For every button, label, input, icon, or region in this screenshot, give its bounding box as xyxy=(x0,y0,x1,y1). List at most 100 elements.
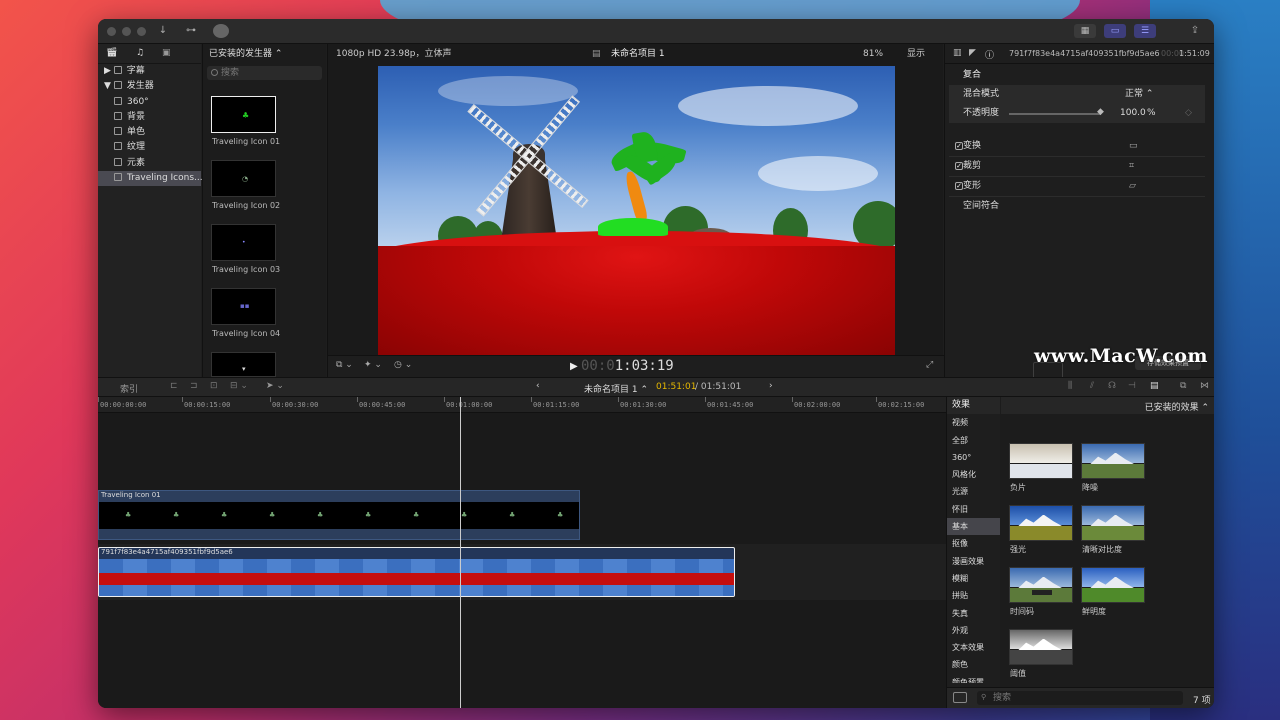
share-icon[interactable]: ⇪ xyxy=(1188,23,1202,39)
headphones-icon[interactable]: ☊ xyxy=(1108,381,1116,391)
overwrite-edit-icon[interactable]: ⊟ ⌄ xyxy=(230,381,248,391)
effects-category[interactable]: 拼贴 xyxy=(947,587,1000,604)
audio-skimming-icon[interactable]: ⫼ xyxy=(1068,381,1072,391)
transform-tool-icon[interactable]: ⧉ ⌄ xyxy=(336,360,353,370)
crop-row[interactable]: ✓ 裁剪 ⌗ xyxy=(949,157,1205,176)
video-clip[interactable]: 791f7f83e4a4715af409351fbf9d5ae6 xyxy=(98,547,735,597)
effects-category[interactable]: 外观 xyxy=(947,622,1000,639)
effect-thumbnail[interactable] xyxy=(1009,443,1073,479)
film-icon[interactable]: ▥ xyxy=(953,48,962,58)
clip-appearance-icon[interactable]: ▤ xyxy=(1150,381,1159,391)
disclosure-icon[interactable]: ▼ xyxy=(104,81,111,91)
crop-onscreen-icon[interactable]: ⌗ xyxy=(1129,157,1134,176)
filter-icon[interactable]: ◤ xyxy=(969,48,976,58)
effects-category[interactable]: 光源 xyxy=(947,483,1000,500)
effect-thumbnail[interactable] xyxy=(1081,505,1145,541)
effects-category[interactable]: 抠像 xyxy=(947,535,1000,552)
effect-thumbnail[interactable] xyxy=(1009,629,1073,665)
select-tool-icon[interactable]: ➤ ⌄ xyxy=(266,381,284,391)
effects-category[interactable]: 颜色预置 xyxy=(947,674,1000,683)
connect-edit-icon[interactable]: ⊏ xyxy=(170,381,178,391)
solo-icon[interactable]: ⫽ xyxy=(1090,381,1094,391)
opacity-slider[interactable] xyxy=(1009,113,1101,115)
sidebar-toggle-icon[interactable] xyxy=(953,692,967,703)
index-button[interactable]: 索引 xyxy=(120,382,138,395)
effects-category[interactable]: 颜色 xyxy=(947,656,1000,673)
effects-search-input[interactable]: 搜索 xyxy=(977,691,1183,705)
import-icon[interactable]: ↓ xyxy=(156,23,170,39)
sidebar-item-generators[interactable]: ▼ 发生器 xyxy=(98,79,201,94)
info-icon[interactable]: ⓘ xyxy=(985,48,994,61)
sidebar-item-backgrounds[interactable]: 背景 xyxy=(98,110,201,125)
effects-category-selected[interactable]: 基本 xyxy=(947,518,1000,536)
effects-category[interactable]: 漫画效果 xyxy=(947,553,1000,570)
forward-arrow-icon[interactable]: › xyxy=(769,381,773,391)
timeline-project-title[interactable]: 未命名项目 1 ⌃ xyxy=(584,382,648,395)
timeline[interactable]: 00:00:00:00 00:00:15:00 00:00:30:00 00:0… xyxy=(98,397,946,708)
generator-thumbnail[interactable]: ▪▪ xyxy=(211,288,276,325)
opacity-slider-thumb[interactable]: ◆ xyxy=(1097,103,1104,122)
insert-edit-icon[interactable]: ⊐ xyxy=(190,381,198,391)
clapper-icon[interactable]: 🎬︎ xyxy=(106,48,117,58)
effects-category[interactable]: 全部 xyxy=(947,432,1000,449)
back-arrow-icon[interactable]: ‹ xyxy=(536,381,540,391)
opacity-value[interactable]: 100.0 xyxy=(1120,104,1146,123)
transform-row[interactable]: ✓ 变换 ▭ xyxy=(949,137,1205,156)
fullscreen-icon[interactable]: ⤢ xyxy=(926,360,933,370)
distort-checkbox[interactable]: ✓ xyxy=(955,182,963,190)
effect-thumbnail[interactable] xyxy=(1081,443,1145,479)
effects-browser-toggle-icon[interactable]: ⧉ xyxy=(1180,381,1186,391)
display-menu[interactable]: 显示 xyxy=(907,44,925,64)
snapping-icon[interactable]: ⊣ xyxy=(1128,381,1136,391)
generator-thumbnail[interactable]: • xyxy=(211,224,276,261)
effect-thumbnail[interactable] xyxy=(1009,505,1073,541)
close-window-button[interactable] xyxy=(107,27,116,36)
effects-category[interactable]: 模糊 xyxy=(947,570,1000,587)
append-edit-icon[interactable]: ⊡ xyxy=(210,381,218,391)
sidebar-item-captions[interactable]: ▶ 字幕 xyxy=(98,64,201,79)
sidebar-item-solids[interactable]: 单色 xyxy=(98,125,201,140)
compositing-section[interactable]: 复合 xyxy=(949,66,1205,85)
effects-category[interactable]: 怀旧 xyxy=(947,501,1000,518)
timeline-toggle-icon[interactable]: ▭ xyxy=(1104,24,1126,38)
transform-onscreen-icon[interactable]: ▭ xyxy=(1129,137,1138,156)
installed-effects-menu[interactable]: 已安装的效果 ⌃ xyxy=(1145,400,1209,413)
video-frame[interactable] xyxy=(378,66,895,355)
keywords-icon[interactable]: ⊶ xyxy=(182,23,200,39)
generator-thumbnail[interactable]: ▾ xyxy=(211,352,276,377)
title-clip[interactable]: Traveling Icon 01 ♣ ♣ ♣ ♣ ♣ ♣ ♣ ♣ ♣ ♣ xyxy=(98,490,580,540)
transitions-browser-toggle-icon[interactable]: ⋈ xyxy=(1200,381,1209,391)
blend-mode-select[interactable]: 正常 ⌃ xyxy=(1125,85,1153,104)
minimize-window-button[interactable] xyxy=(122,27,131,36)
generators-search-input[interactable]: 搜索 xyxy=(207,66,322,80)
speed-icon[interactable]: ◷ ⌄ xyxy=(394,360,412,370)
sidebar-item-elements[interactable]: 元素 xyxy=(98,156,201,171)
generators-header[interactable]: 已安装的发生器 ⌃ xyxy=(203,44,326,64)
effects-category[interactable]: 失真 xyxy=(947,605,1000,622)
effect-thumbnail[interactable] xyxy=(1009,567,1073,603)
generator-thumbnail[interactable]: ◔ xyxy=(211,160,276,197)
spatial-conform-row[interactable]: 空间符合 xyxy=(949,197,1205,216)
playhead[interactable] xyxy=(460,397,461,708)
distort-onscreen-icon[interactable]: ▱ xyxy=(1129,177,1136,196)
zoom-menu[interactable]: 81% xyxy=(863,44,883,64)
background-tasks-icon[interactable] xyxy=(213,24,229,38)
disclosure-icon[interactable]: ▶ xyxy=(104,66,111,76)
effects-category[interactable]: 视频 xyxy=(947,414,1000,431)
sidebar-item-traveling-icons[interactable]: Traveling Icons... xyxy=(98,171,203,187)
music-icon[interactable]: ♫ xyxy=(136,48,144,58)
effects-category[interactable]: 风格化 xyxy=(947,466,1000,483)
distort-row[interactable]: ✓ 变形 ▱ xyxy=(949,177,1205,196)
effects-category[interactable]: 360° xyxy=(947,449,1000,466)
sidebar-item-textures[interactable]: 纹理 xyxy=(98,140,201,155)
sidebar-item-360[interactable]: 360° xyxy=(98,95,201,110)
zoom-window-button[interactable] xyxy=(137,27,146,36)
effects-category[interactable]: 文本效果 xyxy=(947,639,1000,656)
generator-thumbnail[interactable]: ♣ xyxy=(211,96,276,133)
timeline-ruler[interactable]: 00:00:00:00 00:00:15:00 00:00:30:00 00:0… xyxy=(98,397,946,413)
inspector-toggle-icon[interactable]: ☰ xyxy=(1134,24,1156,38)
transform-checkbox[interactable]: ✓ xyxy=(955,142,963,150)
crop-checkbox[interactable]: ✓ xyxy=(955,162,963,170)
effect-thumbnail[interactable] xyxy=(1081,567,1145,603)
titles-generators-icon[interactable]: ▣ xyxy=(162,48,171,58)
